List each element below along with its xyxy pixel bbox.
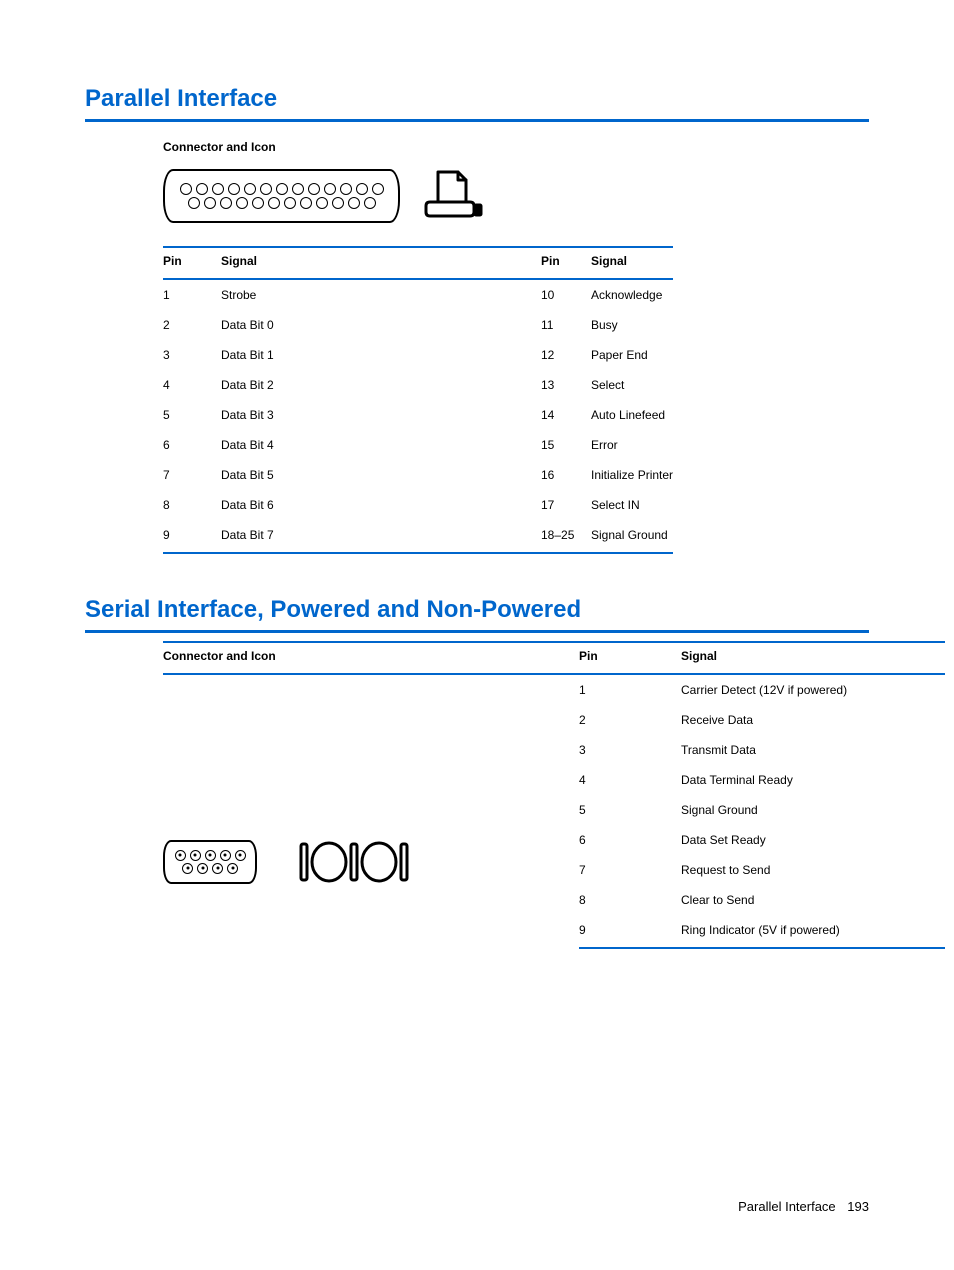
- pin-cell: 14: [541, 400, 591, 430]
- table-row: 4Data Bit 213Select: [163, 370, 673, 400]
- th-connector-icon: Connector and Icon: [163, 642, 579, 674]
- pin-cell: 6: [579, 825, 681, 855]
- printer-port-icon: [422, 168, 484, 224]
- pin-cell: 16: [541, 460, 591, 490]
- pin-cell: 9: [163, 520, 221, 553]
- parallel-graphic-row: [163, 168, 869, 224]
- signal-cell: Receive Data: [681, 705, 945, 735]
- signal-cell: Data Bit 5: [221, 460, 541, 490]
- signal-cell: Error: [591, 430, 673, 460]
- pin-cell: 18–25: [541, 520, 591, 553]
- signal-cell: Acknowledge: [591, 279, 673, 310]
- signal-cell: Request to Send: [681, 855, 945, 885]
- signal-cell: Data Set Ready: [681, 825, 945, 855]
- th-signal: Signal: [681, 642, 945, 674]
- table-row: 1Carrier Detect (12V if powered): [163, 674, 945, 705]
- pin-cell: 8: [579, 885, 681, 915]
- signal-cell: Paper End: [591, 340, 673, 370]
- signal-cell: Data Bit 1: [221, 340, 541, 370]
- pin-cell: 11: [541, 310, 591, 340]
- signal-cell: Data Bit 6: [221, 490, 541, 520]
- pin-cell: 13: [541, 370, 591, 400]
- pin-cell: 1: [163, 279, 221, 310]
- pin-cell: 7: [579, 855, 681, 885]
- signal-cell: Transmit Data: [681, 735, 945, 765]
- pin-cell: 10: [541, 279, 591, 310]
- pin-cell: 9: [579, 915, 681, 948]
- pin-cell: 5: [163, 400, 221, 430]
- signal-cell: Strobe: [221, 279, 541, 310]
- serial-connector-cell: [163, 674, 579, 948]
- th-signal: Signal: [221, 247, 541, 279]
- signal-cell: Data Bit 3: [221, 400, 541, 430]
- th-pin: Pin: [579, 642, 681, 674]
- signal-cell: Busy: [591, 310, 673, 340]
- pin-cell: 1: [579, 674, 681, 705]
- signal-cell: Data Terminal Ready: [681, 765, 945, 795]
- table-row: 2Data Bit 011Busy: [163, 310, 673, 340]
- signal-cell: Initialize Printer: [591, 460, 673, 490]
- pin-cell: 3: [579, 735, 681, 765]
- signal-cell: Data Bit 4: [221, 430, 541, 460]
- pin-cell: 7: [163, 460, 221, 490]
- serial-port-icon: [299, 838, 417, 886]
- table-row: 3Data Bit 112Paper End: [163, 340, 673, 370]
- table-row: 6Data Bit 415Error: [163, 430, 673, 460]
- parallel-pinout-table: Pin Signal Pin Signal 1Strobe10Acknowled…: [163, 246, 673, 554]
- signal-cell: Signal Ground: [681, 795, 945, 825]
- pin-cell: 8: [163, 490, 221, 520]
- signal-cell: Data Bit 7: [221, 520, 541, 553]
- signal-cell: Data Bit 0: [221, 310, 541, 340]
- heading-parallel: Parallel Interface: [85, 85, 869, 122]
- signal-cell: Auto Linefeed: [591, 400, 673, 430]
- signal-cell: Ring Indicator (5V if powered): [681, 915, 945, 948]
- pin-cell: 15: [541, 430, 591, 460]
- page-number: 193: [847, 1199, 869, 1214]
- table-row: 7Data Bit 516Initialize Printer: [163, 460, 673, 490]
- parallel-connector-icon: [163, 169, 400, 223]
- caption-parallel: Connector and Icon: [163, 140, 869, 154]
- signal-cell: Signal Ground: [591, 520, 673, 553]
- pin-cell: 5: [579, 795, 681, 825]
- th-signal: Signal: [591, 247, 673, 279]
- signal-cell: Data Bit 2: [221, 370, 541, 400]
- table-row: 9Data Bit 718–25Signal Ground: [163, 520, 673, 553]
- footer-title: Parallel Interface: [738, 1199, 836, 1214]
- serial-pinout-table: Connector and Icon Pin Signal 1Carrier D…: [163, 641, 945, 949]
- page-footer: Parallel Interface 193: [738, 1199, 869, 1214]
- signal-cell: Select IN: [591, 490, 673, 520]
- signal-cell: Carrier Detect (12V if powered): [681, 674, 945, 705]
- pin-cell: 12: [541, 340, 591, 370]
- signal-cell: Select: [591, 370, 673, 400]
- pin-cell: 4: [579, 765, 681, 795]
- heading-serial: Serial Interface, Powered and Non-Powere…: [85, 596, 869, 633]
- pin-cell: 4: [163, 370, 221, 400]
- th-pin: Pin: [163, 247, 221, 279]
- pin-cell: 2: [163, 310, 221, 340]
- pin-cell: 6: [163, 430, 221, 460]
- table-row: 1Strobe10Acknowledge: [163, 279, 673, 310]
- table-row: 8Data Bit 617Select IN: [163, 490, 673, 520]
- signal-cell: Clear to Send: [681, 885, 945, 915]
- page: Parallel Interface Connector and Icon: [0, 0, 954, 1270]
- serial-connector-icon: [163, 840, 257, 884]
- pin-cell: 17: [541, 490, 591, 520]
- pin-cell: 2: [579, 705, 681, 735]
- pin-cell: 3: [163, 340, 221, 370]
- th-pin: Pin: [541, 247, 591, 279]
- table-row: 5Data Bit 314Auto Linefeed: [163, 400, 673, 430]
